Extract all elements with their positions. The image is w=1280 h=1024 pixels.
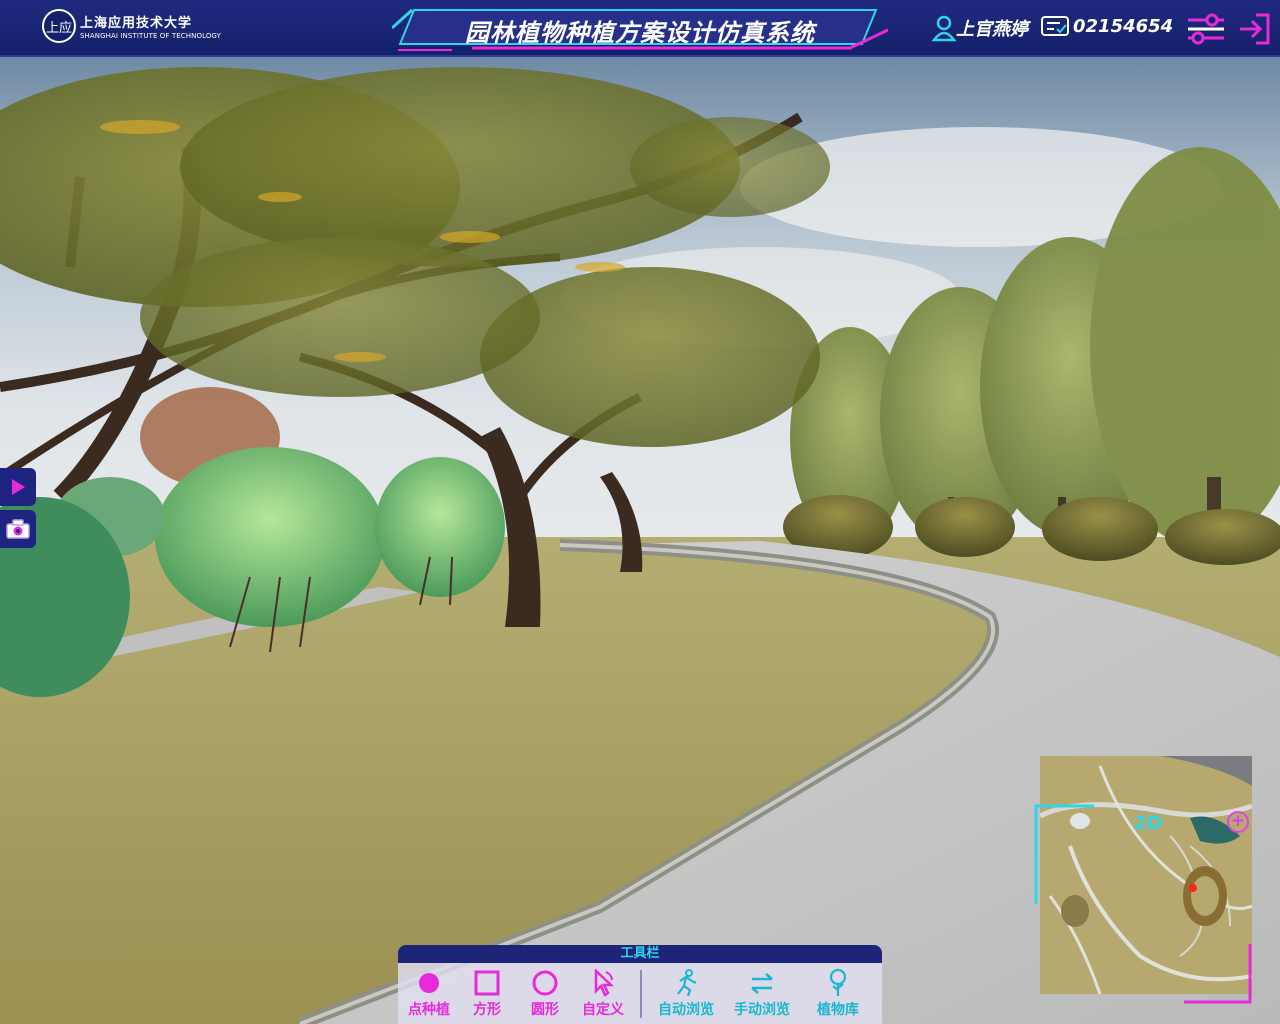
square-label: 方形 [473, 1002, 501, 1018]
settings-button[interactable] [1186, 12, 1226, 46]
auto-browse-label: 自动浏览 [658, 1002, 714, 1018]
minimap[interactable] [1040, 756, 1252, 994]
toolbar: 工具栏 点种植 方形 圆形 自定义 自动浏览 手动浏览 植物库 [398, 945, 882, 1024]
user-name: 上官燕婷 [956, 19, 1028, 40]
dot-plant-tool[interactable]: 点种植 [400, 965, 458, 1023]
dot-plant-label: 点种植 [408, 1002, 450, 1018]
manual-browse-label: 手动浏览 [734, 1002, 790, 1018]
auto-walk-icon [677, 969, 697, 997]
square-icon [474, 970, 500, 996]
minimap-image [1040, 756, 1252, 994]
play-icon [12, 479, 25, 495]
university-name-cn: 上海应用技术大学 [80, 16, 193, 31]
circle-icon [532, 970, 558, 996]
auto-browse-tool[interactable]: 自动浏览 [648, 965, 724, 1023]
view-mode-2d-toggle[interactable]: 2D [1128, 812, 1168, 834]
square-tool[interactable]: 方形 [458, 965, 516, 1023]
plant-library-tool[interactable]: 植物库 [800, 965, 876, 1023]
university-seal-icon: 上应 [42, 9, 76, 43]
settings-sliders-icon [1188, 13, 1224, 45]
manual-arrows-icon [751, 973, 773, 994]
play-button[interactable] [0, 468, 36, 506]
id-card-icon [1041, 16, 1069, 36]
camera-icon [6, 519, 30, 539]
circle-label: 圆形 [531, 1002, 559, 1018]
university-logo: 上应 上海应用技术大学 SHANGHAI INSTITUTE OF TECHNO… [42, 9, 221, 43]
top-bar: 上应 上海应用技术大学 SHANGHAI INSTITUTE OF TECHNO… [0, 0, 1280, 57]
university-name-en: SHANGHAI INSTITUTE OF TECHNOLOGY [80, 32, 221, 40]
dot-plant-icon [419, 973, 439, 993]
logout-icon [1240, 13, 1270, 45]
page-title: 园林植物种植方案设计仿真系统 [465, 19, 815, 47]
user-icon [932, 15, 956, 42]
user-info: 上官燕婷 [932, 14, 1028, 42]
circle-tool[interactable]: 圆形 [516, 965, 574, 1023]
manual-browse-tool[interactable]: 手动浏览 [724, 965, 800, 1023]
plant-library-label: 植物库 [817, 1002, 859, 1018]
logout-button[interactable] [1236, 11, 1272, 47]
minimap-zoom-in-button[interactable]: + [1227, 811, 1249, 833]
custom-shape-label: 自定义 [582, 1002, 624, 1018]
user-id: 02154654 [1073, 15, 1174, 37]
plant-library-icon [829, 968, 847, 996]
toolbar-divider [640, 969, 642, 1018]
screenshot-button[interactable] [0, 510, 36, 548]
custom-shape-tool[interactable]: 自定义 [574, 965, 632, 1023]
custom-pointer-icon [594, 969, 615, 997]
student-id: 02154654 [1040, 14, 1173, 38]
toolbar-title: 工具栏 [398, 945, 882, 963]
title-banner: 园林植物种植方案设计仿真系统 [392, 4, 888, 54]
